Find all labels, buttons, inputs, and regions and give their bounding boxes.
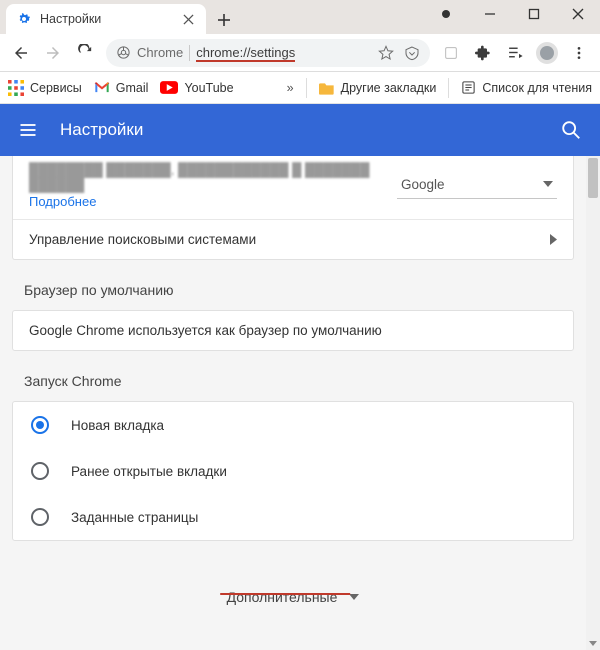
extension-icon[interactable]: [436, 38, 466, 68]
startup-option-previous[interactable]: Ранее открытые вкладки: [13, 448, 573, 494]
separator: [189, 45, 190, 61]
other-bookmarks-label: Другие закладки: [341, 81, 437, 95]
scrollbar[interactable]: [586, 156, 600, 650]
separator: [448, 78, 449, 98]
advanced-label: Дополнительные: [227, 589, 338, 605]
chevron-right-icon: [550, 234, 557, 245]
search-engine-dropdown[interactable]: Google: [397, 173, 557, 199]
separator: [306, 78, 307, 98]
scroll-thumb[interactable]: [588, 158, 598, 198]
content-area: ████████ ███████, ████████████ █ ███████…: [0, 156, 600, 650]
annotation-underline: [220, 593, 350, 595]
playlist-icon[interactable]: [500, 38, 530, 68]
maximize-button[interactable]: [512, 0, 556, 28]
startup-option-specific[interactable]: Заданные страницы: [13, 494, 573, 540]
chevron-down-icon: [543, 181, 553, 187]
origin-label: Chrome: [137, 45, 183, 60]
gear-icon: [16, 11, 32, 27]
radio-icon: [31, 416, 49, 434]
default-browser-status: Google Chrome используется как браузер п…: [13, 311, 573, 350]
radio-icon: [31, 508, 49, 526]
back-button[interactable]: [6, 38, 36, 68]
startup-specific-label: Заданные страницы: [71, 510, 198, 525]
toolbar: Chrome chrome://settings: [0, 34, 600, 72]
bookmarks-services-label: Сервисы: [30, 81, 82, 95]
startup-previous-label: Ранее открытые вкладки: [71, 464, 227, 479]
startup-title: Запуск Chrome: [0, 351, 586, 401]
star-icon[interactable]: [378, 45, 394, 61]
close-tab-button[interactable]: [180, 11, 196, 27]
tab-settings[interactable]: Настройки: [6, 4, 206, 34]
chrome-origin-icon: [116, 45, 131, 60]
close-window-button[interactable]: [556, 0, 600, 28]
forward-button[interactable]: [38, 38, 68, 68]
extensions-button[interactable]: [468, 38, 498, 68]
chevron-down-icon: [349, 594, 359, 600]
manage-search-engines-row[interactable]: Управление поисковыми системами: [13, 220, 573, 259]
bookmark-youtube[interactable]: YouTube: [160, 81, 233, 95]
other-bookmarks-button[interactable]: Другие закладки: [319, 81, 437, 95]
bookmarks-bar: Сервисы Gmail YouTube » Другие закладки …: [0, 72, 600, 104]
reading-list-label: Список для чтения: [482, 81, 592, 95]
account-dot-icon: [424, 0, 468, 28]
radio-icon: [31, 462, 49, 480]
search-engine-description: ████████ ███████, ████████████ █ ███████…: [29, 162, 397, 192]
menu-icon[interactable]: [18, 120, 38, 140]
tab-title: Настройки: [40, 12, 180, 26]
search-engine-selected: Google: [401, 177, 445, 192]
search-engine-row: ████████ ███████, ████████████ █ ███████…: [13, 156, 573, 220]
bookmark-gmail[interactable]: Gmail: [94, 81, 149, 95]
page-title: Настройки: [60, 120, 560, 140]
bookmark-gmail-label: Gmail: [116, 81, 149, 95]
default-browser-status-text: Google Chrome используется как браузер п…: [29, 323, 382, 338]
reload-button[interactable]: [70, 38, 100, 68]
startup-new-tab-label: Новая вкладка: [71, 418, 164, 433]
menu-button[interactable]: [564, 38, 594, 68]
learn-more-link[interactable]: Подробнее: [29, 194, 397, 209]
minimize-button[interactable]: [468, 0, 512, 28]
bookmark-youtube-label: YouTube: [184, 81, 233, 95]
reading-list-button[interactable]: Список для чтения: [461, 80, 592, 95]
profile-button[interactable]: [532, 38, 562, 68]
url-text: chrome://settings: [196, 45, 295, 60]
bookmarks-overflow-button[interactable]: »: [287, 81, 294, 95]
advanced-button[interactable]: Дополнительные: [0, 561, 586, 613]
new-tab-button[interactable]: [210, 6, 238, 34]
settings-header: Настройки: [0, 104, 600, 156]
startup-option-new-tab[interactable]: Новая вкладка: [13, 402, 573, 448]
apps-button[interactable]: Сервисы: [8, 80, 82, 96]
default-browser-title: Браузер по умолчанию: [0, 260, 586, 310]
manage-search-engines-label: Управление поисковыми системами: [29, 232, 256, 247]
search-icon[interactable]: [560, 119, 582, 141]
address-bar[interactable]: Chrome chrome://settings: [106, 39, 430, 67]
pocket-icon[interactable]: [404, 45, 420, 61]
